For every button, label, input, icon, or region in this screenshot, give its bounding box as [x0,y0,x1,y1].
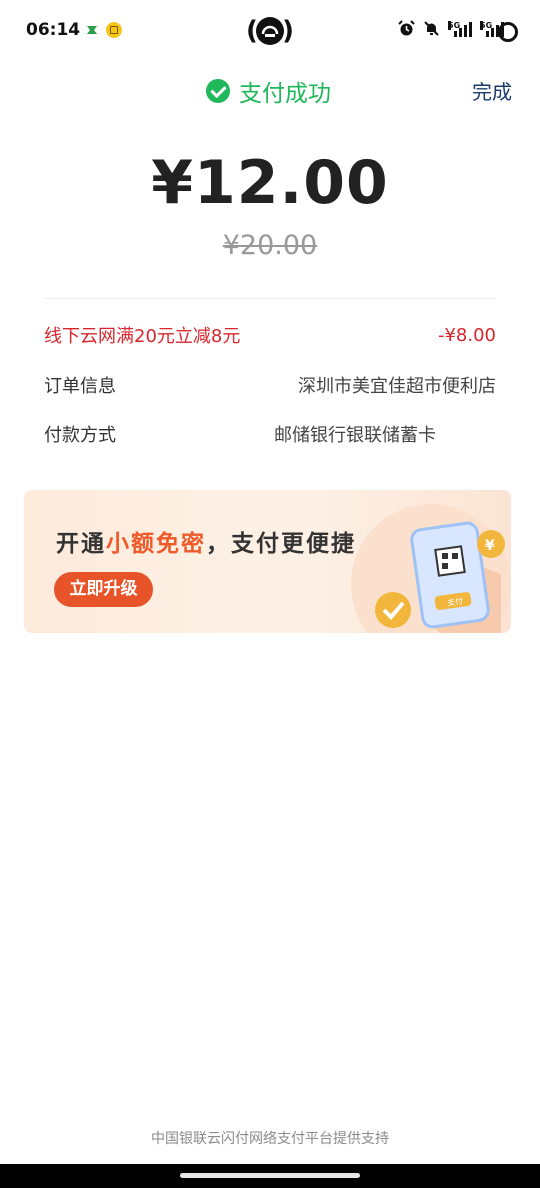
merchant-name: 深圳市美宜佳超市便利店 [298,376,496,397]
mute-bell-icon [424,21,439,36]
banner-title: 开通小额免密，支付更便捷 [56,531,356,557]
payment-method-label: 付款方式 [44,425,116,446]
header: 支付成功 完成 [0,64,540,114]
app-notification-icon [106,22,122,38]
app-notification-icon [87,26,97,34]
discount-label: 线下云网满20元立减8元 [44,326,241,347]
order-info-row[interactable]: 订单信息 深圳市美宜佳超市便利店 [44,370,496,400]
status-time: 06:14 [26,20,81,40]
payment-method-row: 付款方式 邮储银行银联储蓄卡 [44,419,496,449]
alarm-icon [398,20,415,36]
discount-value: -¥8.00 [437,324,496,346]
promo-banner[interactable]: 开通小额免密，支付更便捷 立即升级 支付 ¥ [24,490,511,633]
divider [44,298,496,299]
hotspot-icon: ( ) [246,16,294,46]
battery-icon [498,22,518,42]
signal-5g-icon: 5G [448,20,472,37]
success-title: 支付成功 [206,74,331,108]
check-circle-icon [206,79,230,103]
order-info-label: 订单信息 [44,376,116,397]
status-bar: 06:14 ( ) 5G 5G [0,0,540,64]
upgrade-button[interactable]: 立即升级 [54,572,153,607]
discount-row: 线下云网满20元立减8元 -¥8.00 [44,320,496,350]
svg-text:¥: ¥ [485,538,495,554]
paid-amount: ¥12.00 [151,148,389,218]
phone-qr-illustration: 支付 ¥ [351,504,511,633]
footer-text: 中国银联云闪付网络支付平台提供支持 [151,1131,389,1147]
navigation-bar [0,1164,540,1188]
home-indicator[interactable] [180,1173,360,1178]
payment-success-page: 06:14 ( ) 5G 5G 支付成功 完成 ¥12.00 ¥20.00 线下… [0,0,540,1188]
status-icons: 5G 5G [398,20,504,37]
original-amount: ¥20.00 [222,230,318,261]
payment-method-value: 邮储银行银联储蓄卡 [274,425,436,446]
success-text: 支付成功 [239,81,331,107]
done-button[interactable]: 完成 [472,76,512,105]
